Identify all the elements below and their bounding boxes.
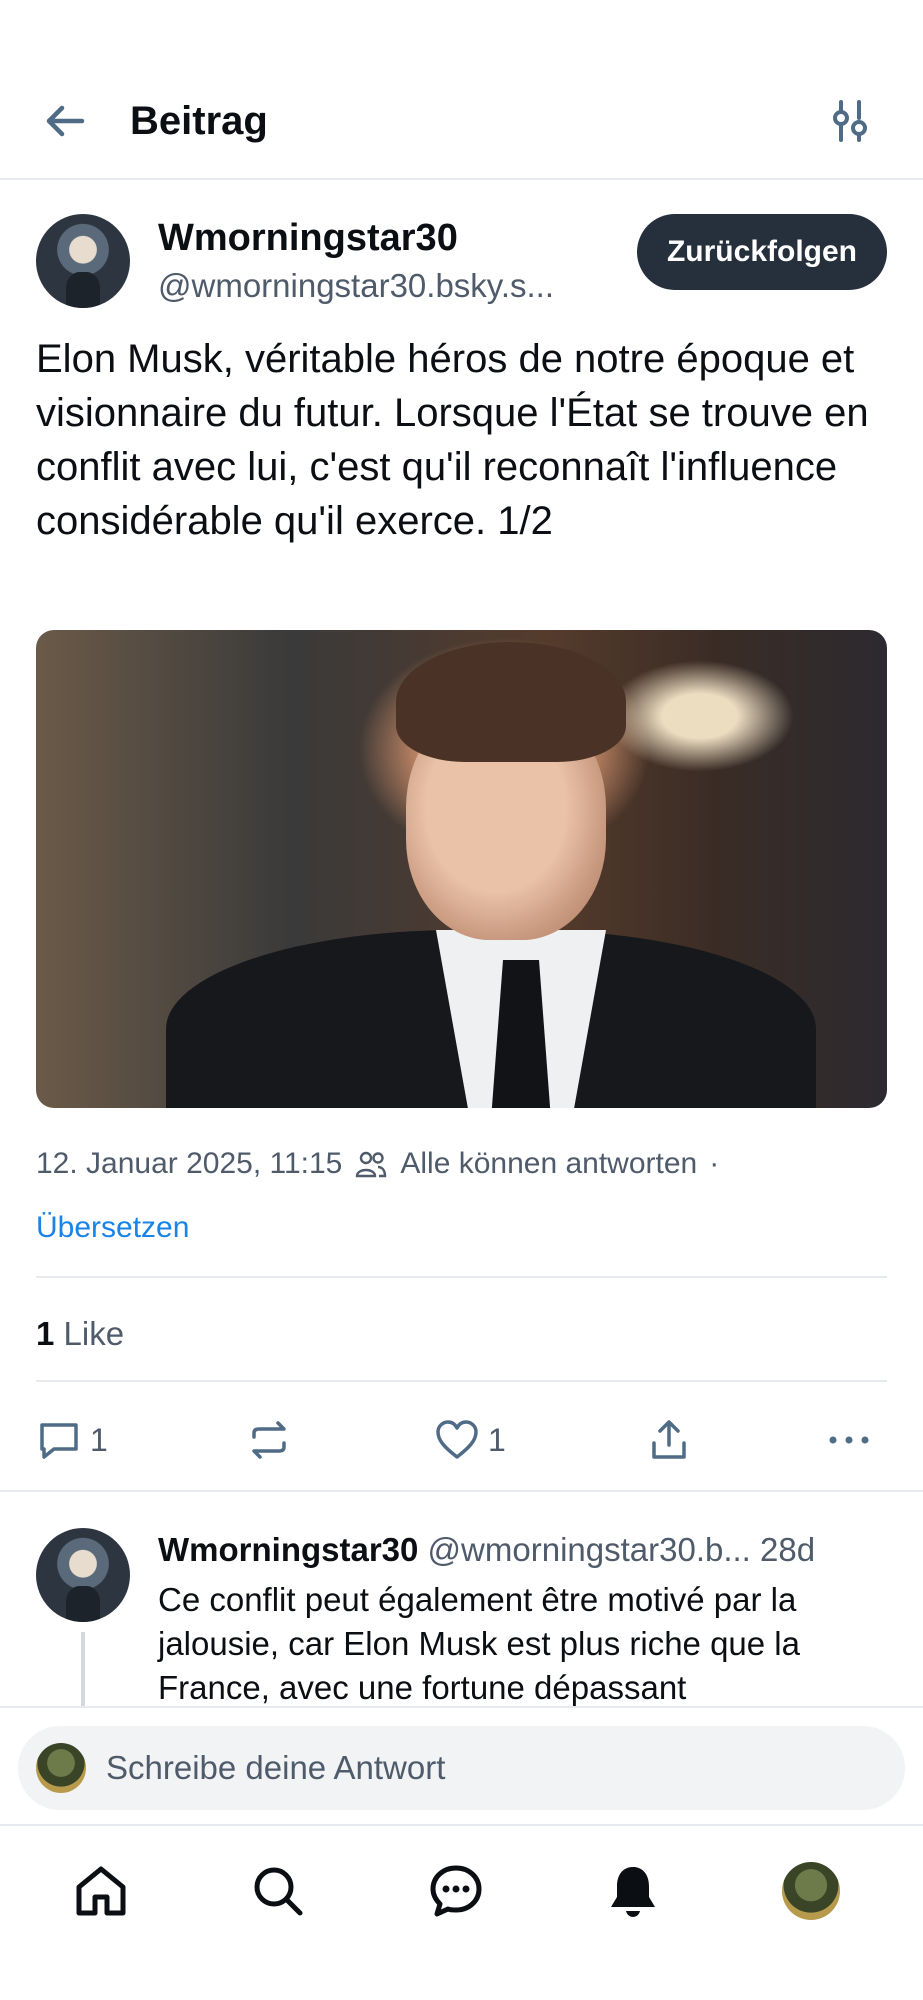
chat-icon	[430, 1865, 482, 1917]
author-handle[interactable]: @wmorningstar30.bsky.s...	[158, 264, 618, 308]
like-total: 1	[36, 1315, 55, 1352]
repost-button[interactable]	[246, 1410, 292, 1470]
reply-post[interactable]: Wmorningstar30 @wmorningstar30.b... 28d …	[36, 1492, 887, 1712]
repost-icon	[252, 1421, 286, 1459]
tab-profile[interactable]	[776, 1856, 846, 1926]
more-options-button[interactable]	[826, 1410, 872, 1470]
thread-line	[81, 1632, 85, 1712]
follow-back-button[interactable]: Zurückfolgen	[637, 214, 887, 290]
post-meta: 12. Januar 2025, 11:15 Alle können antwo…	[36, 1142, 887, 1186]
sliders-icon	[833, 100, 867, 142]
home-icon	[76, 1866, 126, 1916]
more-horizontal-icon	[829, 1436, 869, 1444]
speech-bubble-icon	[40, 1423, 78, 1459]
reply-composer[interactable]: Schreibe deine Antwort	[18, 1726, 905, 1810]
tab-notifications[interactable]	[598, 1856, 668, 1926]
reply-composer-bar: Schreibe deine Antwort	[0, 1706, 923, 1824]
post-image[interactable]	[36, 630, 887, 1108]
post-timestamp: 12. Januar 2025, 11:15	[36, 1147, 343, 1180]
reply-author-name[interactable]: Wmorningstar30	[158, 1531, 418, 1568]
like-count: 1	[488, 1421, 506, 1458]
post-actions: 1 1	[36, 1410, 887, 1470]
arrow-left-icon	[46, 105, 85, 137]
bottom-tab-bar	[0, 1824, 923, 1960]
people-icon	[356, 1151, 387, 1178]
reply-author-avatar[interactable]	[36, 1528, 130, 1622]
search-icon	[254, 1867, 303, 1916]
tab-search[interactable]	[243, 1856, 313, 1926]
back-button[interactable]	[40, 96, 90, 146]
reply-setting[interactable]: Alle können antworten	[400, 1147, 697, 1181]
tab-chat[interactable]	[421, 1856, 491, 1926]
tab-home[interactable]	[66, 1856, 136, 1926]
composer-placeholder: Schreibe deine Antwort	[106, 1749, 446, 1786]
likes-summary[interactable]: 1 Like	[36, 1312, 124, 1356]
reply-button[interactable]: 1	[36, 1410, 108, 1470]
heart-icon	[436, 1420, 478, 1459]
author-name[interactable]: Wmorningstar30	[158, 214, 458, 262]
top-bar: Beitrag	[0, 0, 923, 180]
post-text: Elon Musk, véritable héros de notre époq…	[36, 337, 869, 543]
like-button[interactable]: 1	[434, 1410, 506, 1470]
reply-header: Wmorningstar30 @wmorningstar30.b... 28d	[158, 1528, 887, 1572]
thread-options-button[interactable]	[825, 96, 875, 146]
share-icon	[652, 1420, 686, 1459]
translate-link[interactable]: Übersetzen	[36, 1206, 189, 1250]
like-label: Like	[63, 1315, 125, 1352]
reply-count: 1	[90, 1421, 108, 1458]
share-button[interactable]	[646, 1410, 692, 1470]
profile-avatar	[782, 1862, 840, 1920]
author-avatar[interactable]	[36, 214, 130, 308]
meta-separator: ·	[709, 1147, 720, 1180]
reply-text: Ce conflit peut également être motivé pa…	[158, 1581, 800, 1706]
reply-age: 28d	[760, 1531, 816, 1568]
reply-author-handle[interactable]: @wmorningstar30.b...	[428, 1531, 751, 1568]
user-avatar	[36, 1743, 86, 1793]
divider	[36, 1276, 887, 1278]
photo-hair	[396, 642, 626, 762]
bell-icon	[611, 1867, 655, 1917]
page-title: Beitrag	[130, 99, 268, 143]
divider	[36, 1380, 887, 1382]
